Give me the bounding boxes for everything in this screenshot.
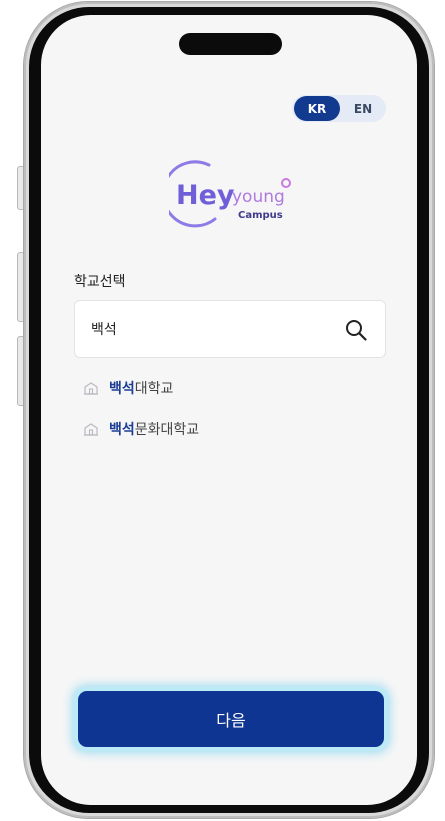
school-result-item[interactable]: 백석 대학교 (83, 377, 173, 399)
phone-screen: KR EN Hey young Campus 학교선택 백석대학교 백석문화대학… (41, 15, 417, 805)
logo-text-campus: Campus (238, 210, 283, 221)
language-option-kr[interactable]: KR (294, 96, 340, 121)
logo-dot-icon (281, 178, 291, 188)
language-toggle[interactable]: KR EN (292, 95, 386, 122)
result-rest-text: 문화대학교 (134, 422, 200, 438)
heyoung-campus-logo: Hey young Campus (169, 160, 291, 228)
school-select-label: 학교선택 (74, 274, 126, 290)
result-match-text: 백석 (109, 422, 135, 438)
school-building-icon (84, 423, 98, 436)
result-match-text: 백석 (109, 381, 135, 397)
result-rest-text: 대학교 (134, 381, 174, 397)
dynamic-island (179, 33, 282, 55)
logo-text-young: young (232, 187, 285, 207)
search-icon[interactable] (345, 319, 367, 341)
school-building-icon (84, 382, 98, 395)
logo-text-hey: Hey (176, 180, 235, 211)
school-search-input[interactable] (91, 301, 331, 357)
next-button-glow: 다음 (74, 687, 388, 751)
next-button[interactable]: 다음 (78, 691, 384, 747)
school-search-box[interactable] (74, 300, 386, 358)
language-option-en[interactable]: EN (340, 96, 386, 121)
school-result-item[interactable]: 백석 문화대학교 (83, 418, 199, 440)
